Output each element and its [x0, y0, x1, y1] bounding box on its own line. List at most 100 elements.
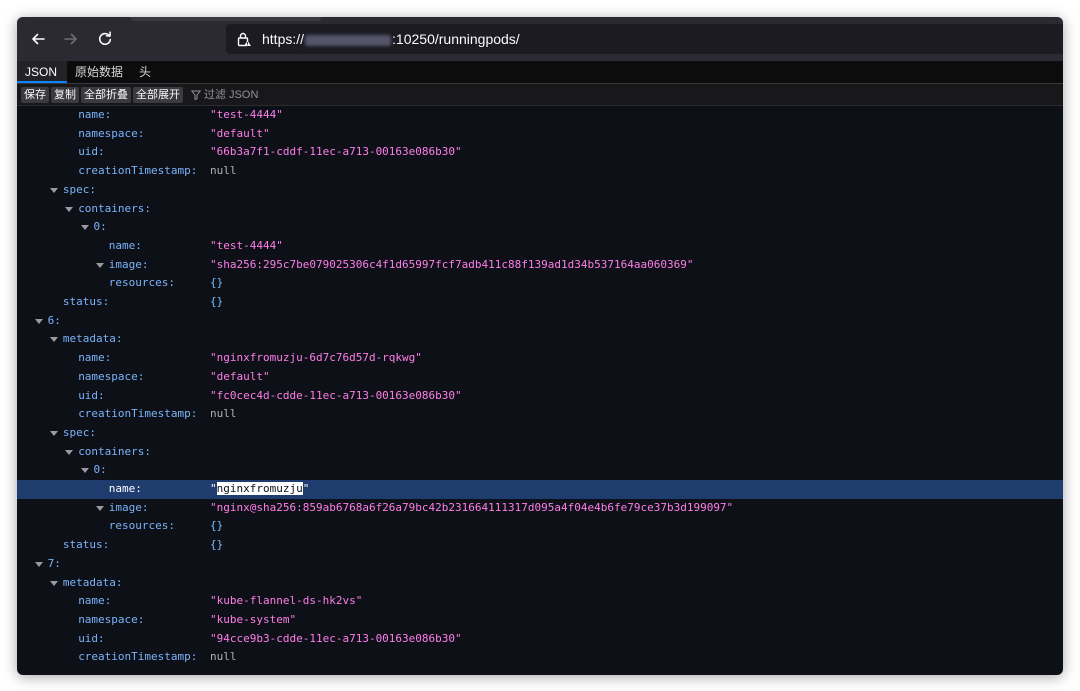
json-row[interactable]: resources: {} — [17, 517, 1063, 536]
expand-toggle-icon[interactable] — [80, 218, 90, 237]
forward-button[interactable] — [59, 27, 83, 51]
json-row[interactable]: namespace: "default" — [17, 125, 1063, 144]
json-row[interactable]: status: {} — [17, 293, 1063, 312]
json-row[interactable]: uid: "fc0cec4d-cdde-11ec-a713-00163e086b3… — [17, 387, 1063, 406]
back-button[interactable] — [26, 27, 50, 51]
json-row[interactable]: 7: — [17, 555, 1063, 574]
json-key: name: — [108, 238, 142, 252]
json-row[interactable]: uid: "66b3a7f1-cddf-11ec-a713-00163e086b3… — [17, 143, 1063, 162]
json-row[interactable]: metadata: — [17, 330, 1063, 349]
json-row[interactable]: 0: — [17, 218, 1063, 237]
json-row[interactable]: 6: — [17, 312, 1063, 331]
json-value: "default" — [210, 369, 270, 383]
json-value: null — [210, 407, 237, 421]
json-key: image: — [108, 257, 149, 271]
address-bar[interactable]: https:// :10250/runningpods/ — [226, 24, 1063, 54]
json-row[interactable]: creationTimestamp: null — [17, 162, 1063, 181]
json-key: name: — [78, 594, 112, 608]
json-row[interactable]: metadata: — [17, 574, 1063, 593]
json-row[interactable]: name: "test-4444" — [17, 106, 1063, 125]
expand-toggle-icon[interactable] — [64, 443, 74, 462]
json-row[interactable]: namespace: "kube-system" — [17, 611, 1063, 630]
expand-toggle-icon[interactable] — [95, 256, 105, 275]
json-value: {} — [210, 519, 224, 533]
json-value: "nginxfromuzju" — [210, 482, 310, 495]
json-row[interactable]: name: "nginxfromuzju" — [17, 480, 1063, 499]
json-row[interactable]: creationTimestamp: null — [17, 405, 1063, 424]
redacted-host — [305, 34, 392, 46]
json-value: null — [210, 164, 237, 178]
reload-icon — [99, 31, 112, 45]
json-row[interactable]: name: "kube-flannel-ds-hk2vs" — [17, 592, 1063, 611]
json-key: namespace: — [78, 369, 145, 383]
json-tree: name: "test-4444" namespace: "default" uid: "… — [17, 106, 1063, 675]
filter-placeholder: 过滤 JSON — [204, 89, 259, 101]
json-value: {} — [210, 276, 224, 290]
json-value: {} — [210, 295, 224, 308]
tab-raw-data[interactable]: 原始数据 — [67, 61, 131, 83]
json-key: uid: — [78, 145, 105, 159]
json-value: "fc0cec4d-cdde-11ec-a713-00163e086b30" — [210, 388, 462, 402]
filter-json-input[interactable]: 过滤 JSON — [191, 87, 258, 103]
json-value: "default" — [210, 126, 270, 140]
json-row[interactable]: name: "test-4444" — [17, 237, 1063, 256]
expand-toggle-icon[interactable] — [95, 499, 105, 518]
copy-button[interactable]: 复制 — [51, 87, 79, 103]
json-row[interactable]: status: {} — [17, 536, 1063, 555]
json-value: null — [210, 650, 237, 664]
json-key: metadata: — [62, 575, 123, 589]
json-key: image: — [108, 500, 149, 514]
json-key: status: — [62, 538, 110, 552]
json-key: namespace: — [78, 126, 145, 140]
json-row[interactable]: spec: — [17, 181, 1063, 200]
json-key: creationTimestamp: — [78, 407, 198, 421]
url-suffix: :10250/runningpods/ — [392, 31, 520, 47]
expand-toggle-icon[interactable] — [49, 330, 59, 349]
collapse-all-button[interactable]: 全部折叠 — [81, 87, 131, 103]
json-row[interactable]: namespace: "default" — [17, 368, 1063, 387]
expand-toggle-icon[interactable] — [49, 574, 59, 593]
json-key: 0: — [93, 463, 107, 477]
json-key: name: — [108, 482, 142, 495]
tab-json[interactable]: JSON — [17, 61, 67, 83]
json-key: uid: — [78, 388, 105, 402]
json-row[interactable]: containers: — [17, 200, 1063, 219]
json-key: 7: — [47, 556, 61, 570]
json-key: containers: — [78, 444, 152, 458]
arrow-right-icon — [64, 33, 77, 45]
json-toolbar: 保存 复制 全部折叠 全部展开 过滤 JSON — [17, 84, 1063, 106]
url-prefix: https:// — [262, 31, 305, 47]
json-row[interactable]: image: "nginx@sha256:859ab6768a6f26a79bc4… — [17, 499, 1063, 518]
tab-headers[interactable]: 头 — [131, 61, 161, 83]
expand-toggle-icon[interactable] — [49, 424, 59, 443]
json-row[interactable]: name: "nginxfromuzju-6d7c76d57d-rqkwg" — [17, 349, 1063, 368]
expand-toggle-icon[interactable] — [34, 312, 44, 331]
json-key: 6: — [47, 313, 61, 327]
expand-toggle-icon[interactable] — [49, 181, 59, 200]
browser-tab[interactable] — [131, 17, 321, 21]
json-value: "test-4444" — [210, 238, 283, 252]
json-row[interactable]: image: "sha256:295c7be079025306c4f1d65997… — [17, 256, 1063, 275]
json-value: "94cce9b3-cdde-11ec-a713-00163e086b30" — [210, 631, 462, 645]
json-row[interactable]: uid: "94cce9b3-cdde-11ec-a713-00163e086b3… — [17, 630, 1063, 649]
json-key: name: — [78, 351, 112, 365]
json-value: "66b3a7f1-cddf-11ec-a713-00163e086b30" — [210, 145, 462, 159]
expand-toggle-icon[interactable] — [80, 461, 90, 480]
json-row[interactable]: containers: — [17, 443, 1063, 462]
json-row[interactable]: creationTimestamp: null — [17, 648, 1063, 667]
json-row[interactable]: spec: — [17, 424, 1063, 443]
save-button[interactable]: 保存 — [21, 87, 49, 103]
browser-window: https://:10250/runningpods/ JSON 原始数据 头 … — [17, 17, 1063, 675]
expand-toggle-icon[interactable] — [64, 200, 74, 219]
json-key: spec: — [62, 182, 97, 196]
json-row[interactable]: 0: — [17, 461, 1063, 480]
expand-all-button[interactable]: 全部展开 — [133, 87, 183, 103]
insecure-lock-icon[interactable] — [236, 31, 252, 47]
reload-button[interactable] — [93, 27, 117, 51]
json-row[interactable]: resources: {} — [17, 274, 1063, 293]
json-key: name: — [78, 108, 112, 121]
filter-icon — [191, 90, 201, 100]
expand-toggle-icon[interactable] — [34, 555, 44, 574]
json-value: "test-4444" — [210, 108, 283, 121]
json-key: resources: — [108, 276, 176, 290]
